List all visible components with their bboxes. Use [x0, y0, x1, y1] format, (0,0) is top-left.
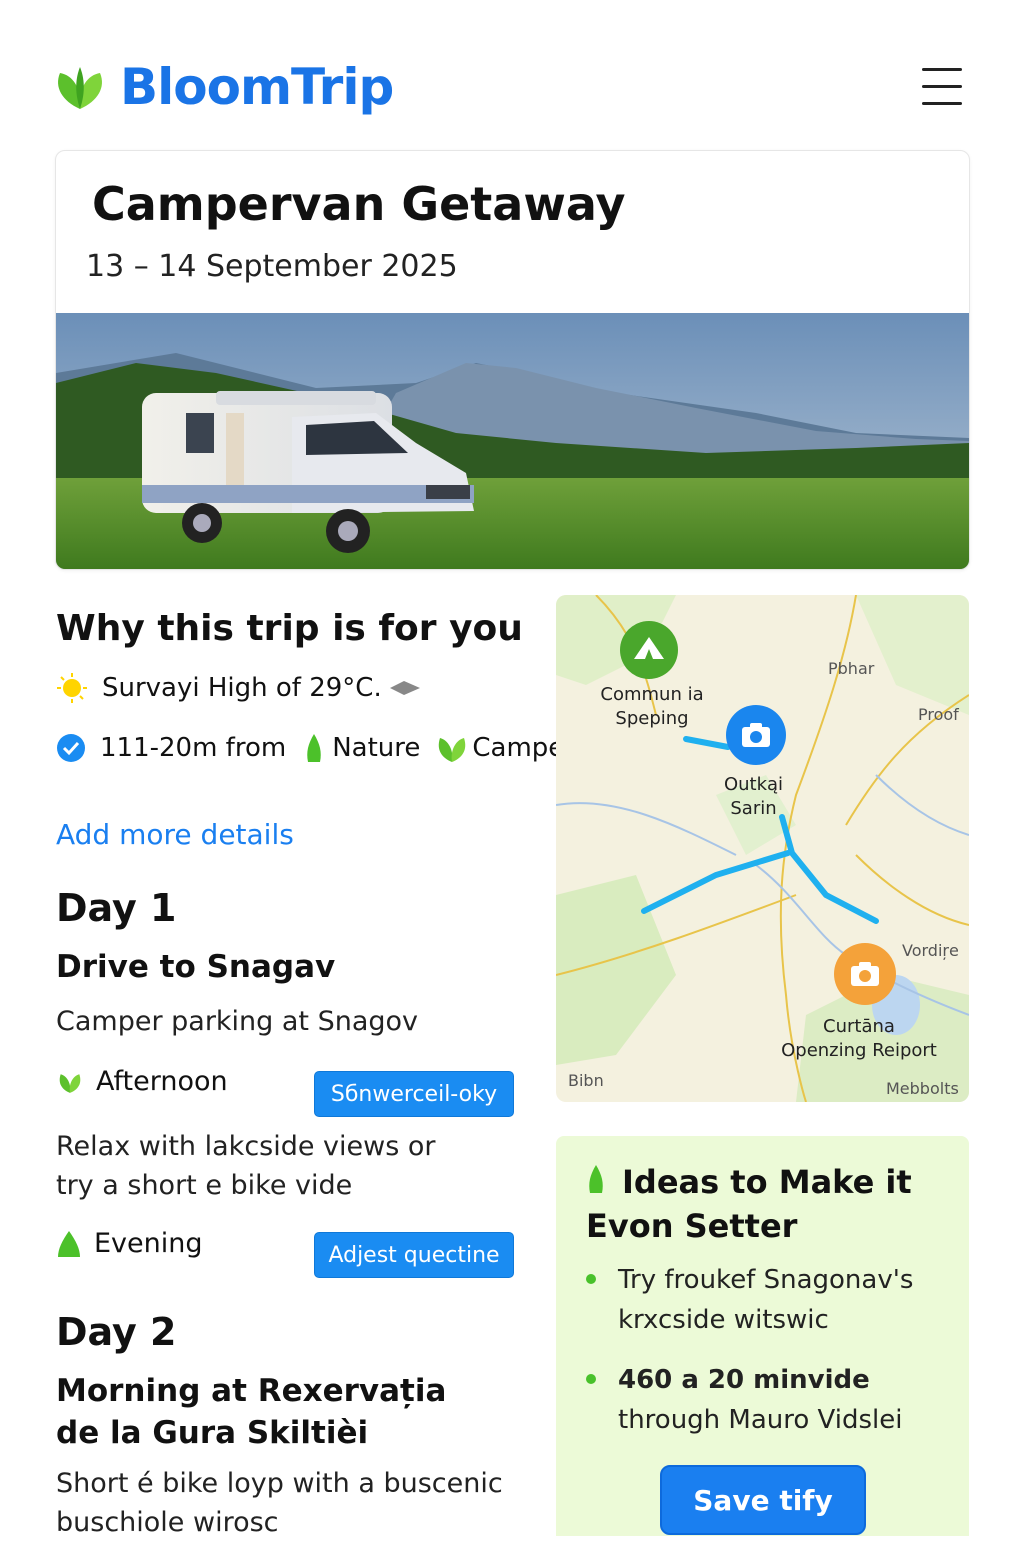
map-attribution: Mebbolts	[886, 1079, 959, 1098]
idea-item-1: Try froukef Snagonav's krxcside witswic	[618, 1260, 948, 1340]
evening-action-button[interactable]: Adjest quectine	[314, 1232, 514, 1278]
campervan-hero-image	[56, 313, 969, 569]
leaf-logo-icon	[58, 67, 102, 109]
bullet-dot	[586, 1374, 596, 1384]
map-place-vordire: Vordiŗe	[902, 941, 959, 960]
tag-nature: Nature	[332, 733, 421, 763]
afternoon-text-line2: try a short e bike vide	[56, 1170, 353, 1201]
evening-label: Evening	[94, 1228, 203, 1259]
weather-text: Survayi High of 29°C.	[102, 673, 382, 703]
day2-text-line1: Short é bike loyp with a buscenic	[56, 1468, 503, 1499]
ideas-panel: Ideas to Make it Evon Setter Try froukef…	[556, 1136, 969, 1536]
pin1-label-line1: Commun ia	[600, 684, 704, 705]
trip-title: Campervan Getaway	[92, 177, 626, 231]
map-place-bibn: Bibn	[568, 1071, 604, 1090]
day2-heading: Day 2	[56, 1310, 177, 1354]
ideas-title-line2: Evon Setter	[586, 1207, 798, 1245]
pin3-label-line2: Openzing Reiport	[781, 1040, 937, 1061]
weather-row: Survayi High of 29°C.	[56, 672, 422, 704]
ideas-title: Ideas to Make it Evon Setter	[586, 1160, 946, 1248]
pin1-label: Commun ia Speping	[582, 683, 722, 731]
pin2-label-line2: Sarin	[730, 798, 777, 819]
idea-item-1-line2: krxcside witswic	[618, 1305, 829, 1335]
idea-item-2: 460 a 20 minvide through Mauro Vidslei	[618, 1360, 948, 1440]
day1-heading: Day 1	[56, 886, 177, 930]
sun-icon	[57, 673, 87, 703]
details-row: 111-20m from Nature Camper	[56, 732, 575, 764]
map-place-proof: Proof	[918, 705, 959, 724]
ideas-title-line1: Ideas to Make it	[622, 1163, 912, 1201]
pin3-label: Curtāna Openzing Reiport	[756, 1015, 962, 1063]
camper-leaf-icon	[439, 738, 466, 762]
hamburger-menu-icon[interactable]	[922, 68, 962, 108]
nature-leaf-icon	[307, 734, 321, 762]
pin1-label-line2: Speping	[615, 708, 689, 729]
pin2-label-line1: Outkąi	[723, 774, 784, 795]
evening-tree-icon	[58, 1230, 80, 1257]
campsite-pin-icon[interactable]	[618, 619, 680, 681]
wind-icon	[389, 681, 420, 695]
pin3-label-line1: Curtāna	[823, 1016, 895, 1037]
app-header: BloomTrip	[0, 0, 1024, 150]
pin2-label: Outkąi Sarin	[696, 773, 811, 821]
afternoon-slot: Afternoon	[56, 1066, 228, 1097]
distance-text: 111-20m from	[100, 733, 287, 763]
add-more-details-link[interactable]: Add more details	[56, 818, 294, 851]
day2-title-line1: Morning at Rexervația	[56, 1373, 447, 1409]
day1-title: Drive to Snagav	[56, 949, 336, 985]
idea-item-2-line1: 460 a 20 minvide	[618, 1365, 870, 1395]
why-title: Why this trip is for you	[56, 608, 523, 649]
trip-card: Campervan Getaway 13 – 14 September 2025	[55, 150, 970, 570]
day2-title-line2: de la Gura Skiltièi	[56, 1415, 369, 1451]
idea-item-1-line1: Try froukef Snagonav's	[618, 1265, 914, 1295]
afternoon-action-button[interactable]: Sбnwerceil-oky	[314, 1071, 514, 1117]
day1-subtitle: Camper parking at Snagov	[56, 1006, 419, 1037]
check-circle-icon	[57, 734, 85, 762]
save-trip-button[interactable]: Save tify	[660, 1465, 866, 1535]
day2-text-line2: buschiole wirosc	[56, 1507, 279, 1538]
idea-item-2-line2: through Mauro Vidslei	[618, 1405, 903, 1435]
ideas-leaf-icon	[589, 1165, 603, 1193]
brand-logo[interactable]: BloomTrip	[52, 58, 394, 116]
evening-slot: Evening	[56, 1228, 203, 1259]
afternoon-label: Afternoon	[96, 1066, 228, 1097]
map-place-pbhar: Pbhar	[828, 659, 875, 678]
brand-name: BloomTrip	[120, 58, 394, 116]
bullet-dot	[586, 1274, 596, 1284]
afternoon-text-line1: Relax with lakcside views or	[56, 1131, 436, 1162]
trip-map[interactable]: Commun ia Speping Outkąi Sarin Curtāna O…	[556, 595, 969, 1102]
camera-pin-orange-icon[interactable]	[832, 941, 898, 1007]
trip-dates: 13 – 14 September 2025	[86, 249, 458, 284]
camera-pin-blue-icon[interactable]	[724, 703, 788, 767]
afternoon-leaf-icon	[59, 1073, 81, 1093]
